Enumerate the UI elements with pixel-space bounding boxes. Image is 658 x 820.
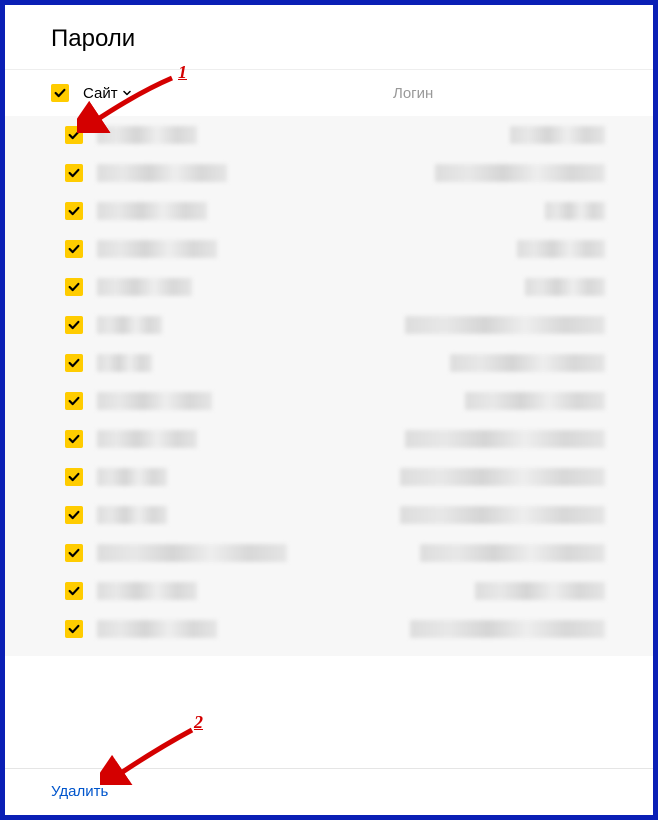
login-value-blurred xyxy=(517,240,605,258)
login-value-blurred xyxy=(545,202,605,220)
check-icon xyxy=(67,508,81,522)
check-icon xyxy=(67,432,81,446)
table-row[interactable] xyxy=(5,230,653,268)
row-checkbox[interactable] xyxy=(65,354,83,372)
check-icon xyxy=(67,394,81,408)
login-value-blurred xyxy=(510,126,605,144)
row-checkbox[interactable] xyxy=(65,544,83,562)
site-value-blurred xyxy=(97,506,167,524)
row-checkbox[interactable] xyxy=(65,620,83,638)
site-value-blurred xyxy=(97,278,192,296)
row-checkbox[interactable] xyxy=(65,240,83,258)
table-row[interactable] xyxy=(5,534,653,572)
login-value-blurred xyxy=(400,506,605,524)
table-row[interactable] xyxy=(5,572,653,610)
check-icon xyxy=(67,280,81,294)
annotation-number-2: 2 xyxy=(194,712,203,733)
table-row[interactable] xyxy=(5,496,653,534)
login-value-blurred xyxy=(475,582,605,600)
site-value-blurred xyxy=(97,354,152,372)
login-value-blurred xyxy=(525,278,605,296)
login-value-blurred xyxy=(400,468,605,486)
site-value-blurred xyxy=(97,202,207,220)
login-value-blurred xyxy=(405,316,605,334)
table-row[interactable] xyxy=(5,458,653,496)
check-icon xyxy=(53,86,67,100)
table-row[interactable] xyxy=(5,306,653,344)
site-value-blurred xyxy=(97,240,217,258)
check-icon xyxy=(67,584,81,598)
check-icon xyxy=(67,356,81,370)
site-value-blurred xyxy=(97,582,197,600)
login-value-blurred xyxy=(410,620,605,638)
row-checkbox[interactable] xyxy=(65,164,83,182)
table-row[interactable] xyxy=(5,344,653,382)
row-checkbox[interactable] xyxy=(65,316,83,334)
login-value-blurred xyxy=(450,354,605,372)
column-login-header[interactable]: Логин xyxy=(393,85,653,102)
row-checkbox[interactable] xyxy=(65,506,83,524)
annotation-number-1: 1 xyxy=(178,62,187,83)
arrow-annotation-2 xyxy=(100,725,200,785)
table-row[interactable] xyxy=(5,420,653,458)
header: Пароли xyxy=(5,5,653,70)
site-value-blurred xyxy=(97,620,217,638)
login-value-blurred xyxy=(420,544,605,562)
check-icon xyxy=(67,470,81,484)
check-icon xyxy=(67,242,81,256)
table-row[interactable] xyxy=(5,192,653,230)
delete-button[interactable]: Удалить xyxy=(51,783,108,800)
table-row[interactable] xyxy=(5,154,653,192)
login-value-blurred xyxy=(405,430,605,448)
row-checkbox[interactable] xyxy=(65,468,83,486)
row-checkbox[interactable] xyxy=(65,392,83,410)
check-icon xyxy=(67,622,81,636)
login-value-blurred xyxy=(435,164,605,182)
row-checkbox[interactable] xyxy=(65,278,83,296)
site-value-blurred xyxy=(97,392,212,410)
table-row[interactable] xyxy=(5,382,653,420)
table-row[interactable] xyxy=(5,610,653,648)
site-value-blurred xyxy=(97,544,287,562)
row-checkbox[interactable] xyxy=(65,202,83,220)
password-rows xyxy=(5,116,653,656)
table-row[interactable] xyxy=(5,268,653,306)
page-title: Пароли xyxy=(51,25,653,53)
check-icon xyxy=(67,204,81,218)
site-value-blurred xyxy=(97,164,227,182)
arrow-annotation-1 xyxy=(77,73,177,133)
row-checkbox[interactable] xyxy=(65,430,83,448)
passwords-window: Пароли Сайт Логин Удалить 1 2 xyxy=(0,0,658,820)
site-value-blurred xyxy=(97,316,162,334)
check-icon xyxy=(67,318,81,332)
site-value-blurred xyxy=(97,430,197,448)
check-icon xyxy=(67,546,81,560)
login-value-blurred xyxy=(465,392,605,410)
row-checkbox[interactable] xyxy=(65,582,83,600)
select-all-checkbox[interactable] xyxy=(51,84,69,102)
site-value-blurred xyxy=(97,468,167,486)
check-icon xyxy=(67,166,81,180)
